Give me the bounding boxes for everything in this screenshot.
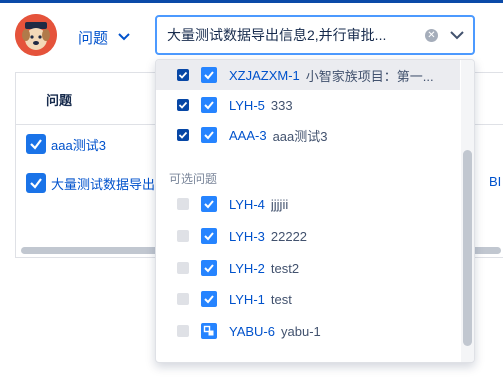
issue-summary: 22222 [270, 228, 308, 244]
optional-issue-item[interactable]: LYH-1 test [156, 284, 460, 314]
check-icon [178, 101, 188, 109]
row-checkbox[interactable] [26, 173, 46, 193]
scope-label: 问题 [78, 29, 109, 47]
checkbox-task-icon [201, 291, 217, 307]
unchecked-box[interactable] [177, 198, 189, 210]
unchecked-box[interactable] [177, 325, 189, 337]
checkbox-task-icon [201, 260, 217, 276]
issue-search-input[interactable]: 大量测试数据导出信息2,并行审批... ✕ [155, 15, 475, 55]
row-label[interactable]: aaa测试3 [51, 135, 106, 154]
check-icon [178, 131, 188, 139]
issue-summary: test2 [270, 260, 300, 276]
selected-issue-item[interactable]: LYH-5 333 [156, 90, 460, 120]
row-extra: BI [489, 174, 502, 189]
chevron-down-icon [118, 33, 130, 41]
unchecked-box[interactable] [177, 230, 189, 242]
issue-key: AAA-3 [229, 127, 267, 143]
row-checkbox[interactable] [26, 134, 46, 154]
issue-key: LYH-2 [229, 260, 265, 276]
issue-summary: 333 [270, 97, 293, 113]
selected-issue-item[interactable]: XZJAZXM-1 小智家族项目：第一... [156, 60, 460, 90]
check-icon [178, 71, 188, 79]
issue-key: LYH-5 [229, 97, 265, 113]
optional-issue-item[interactable]: YABU-6 yabu-1 [156, 316, 460, 346]
row-label[interactable]: 大量测试数据导出 [51, 174, 155, 193]
scrollbar-thumb[interactable] [463, 150, 472, 346]
selected-issue-item[interactable]: AAA-3 aaa测试3 [156, 120, 460, 150]
search-value: 大量测试数据导出信息2,并行审批... [167, 27, 387, 43]
issue-summary: 小智家族项目：第一... [305, 68, 434, 84]
unchecked-box[interactable] [177, 293, 189, 305]
issue-summary: aaa测试3 [272, 128, 328, 144]
avatar[interactable] [15, 14, 57, 56]
checkbox-task-icon [201, 228, 217, 244]
issue-key: LYH-1 [229, 291, 265, 307]
checkbox-task-icon [201, 196, 217, 212]
optional-issues-heading: 可选问题 [169, 172, 218, 186]
check-icon [30, 178, 42, 189]
chevron-down-icon[interactable] [450, 30, 464, 40]
issue-summary: jjjjii [270, 196, 289, 212]
subtask-icon [201, 323, 217, 339]
issue-key: XZJAZXM-1 [229, 67, 300, 83]
selected-check[interactable] [177, 99, 189, 111]
issue-scope-select[interactable]: 问题 [78, 26, 130, 48]
checkbox-task-icon [201, 97, 217, 113]
dog-avatar-icon [15, 14, 57, 56]
selected-check[interactable] [177, 69, 189, 81]
issue-dropdown-menu: XZJAZXM-1 小智家族项目：第一... LYH-5 333 AAA-3 a… [155, 59, 475, 363]
unchecked-box[interactable] [177, 262, 189, 274]
issue-summary: yabu-1 [281, 323, 321, 339]
selected-check[interactable] [177, 129, 189, 141]
top-accent-bar [0, 0, 503, 3]
issue-key: YABU-6 [229, 323, 275, 339]
dropdown-scrollbar[interactable] [461, 60, 474, 362]
optional-issue-item[interactable]: LYH-2 test2 [156, 253, 460, 283]
issue-summary: test [270, 291, 292, 307]
column-issue: 问题 [46, 93, 73, 108]
optional-issue-item[interactable]: LYH-4 jjjjii [156, 189, 460, 219]
checkbox-task-icon [201, 67, 217, 83]
issue-key: LYH-4 [229, 196, 265, 212]
clear-icon[interactable]: ✕ [425, 28, 438, 42]
check-icon [30, 139, 42, 150]
checkbox-task-icon [201, 127, 217, 143]
issue-key: LYH-3 [229, 228, 265, 244]
optional-issue-item[interactable]: LYH-3 22222 [156, 221, 460, 251]
